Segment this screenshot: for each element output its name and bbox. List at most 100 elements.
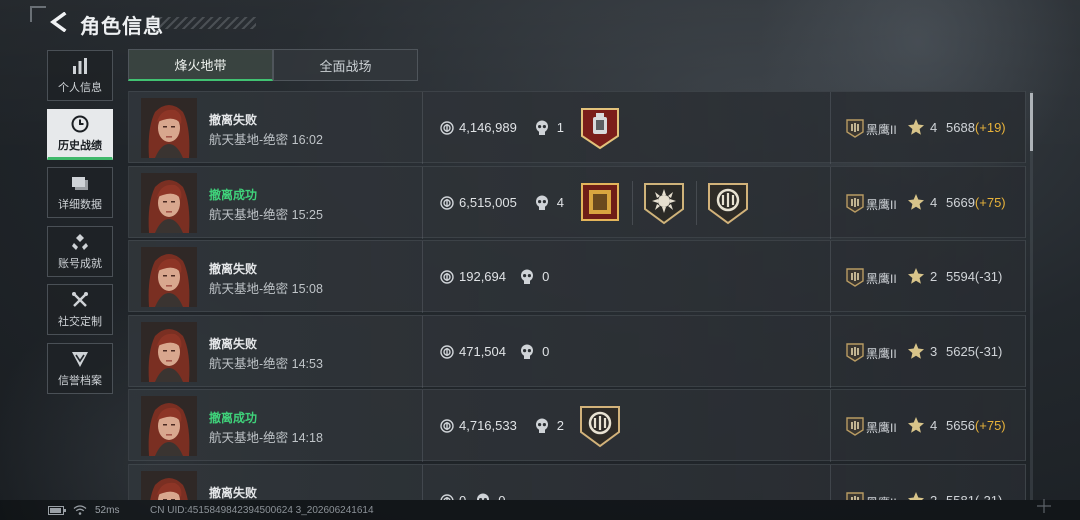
- coin-icon: [440, 121, 454, 140]
- crest-medal-icon[interactable]: [706, 181, 750, 225]
- rank-badge-icon: [846, 491, 864, 500]
- wifi-icon: [73, 505, 87, 515]
- rank-name: 黑鹰II: [866, 272, 897, 286]
- kill-count: 0: [542, 343, 550, 359]
- match-row[interactable]: 撤离失败航天基地-绝密 15:08 192,694 0 黑鹰II 2 5594(-31): [128, 240, 1026, 313]
- rank-score: 5669(+75): [946, 195, 1006, 210]
- star-count: 2: [930, 269, 938, 284]
- row-divider: [830, 241, 831, 313]
- star-count: 2: [930, 492, 938, 501]
- loot-value: 6,515,005: [459, 194, 517, 210]
- star-icon: [907, 118, 925, 141]
- battery-icon: [48, 506, 66, 515]
- score-value: 5594: [946, 269, 975, 284]
- score-value: 5688: [946, 120, 975, 135]
- rank-name: 黑鹰II: [866, 197, 897, 212]
- extraction-status: 撤离失败: [209, 113, 258, 127]
- sidebar-item-4[interactable]: 社交定制: [47, 284, 113, 335]
- score-delta: (-31): [974, 269, 1003, 284]
- map-and-time: 航天基地-绝密 15:08: [209, 278, 323, 297]
- map-name: 航天基地-绝密: [209, 356, 289, 371]
- mode-tabs: 烽火地带 全面战场: [128, 49, 418, 81]
- folder-icon: [71, 173, 89, 193]
- extraction-status: 撤离成功: [209, 187, 258, 202]
- medal-divider: [696, 180, 697, 225]
- tab-0[interactable]: 烽火地带: [128, 49, 273, 81]
- avatar: [141, 172, 197, 233]
- frame-medal-icon[interactable]: [578, 181, 622, 225]
- skull-icon: [520, 269, 534, 290]
- match-row[interactable]: 撤离失败 00黑鹰II25581(-31): [128, 463, 1026, 501]
- clock-icon: [71, 114, 89, 134]
- rank-score: 5581(-31): [946, 493, 1002, 501]
- star-icon: [907, 342, 925, 365]
- sidebar-item-1[interactable]: 历史战绩: [47, 108, 113, 160]
- tools-icon: [71, 290, 89, 310]
- row-divider: [830, 166, 831, 239]
- row-divider: [830, 464, 831, 500]
- star-count: 3: [930, 343, 938, 359]
- row-divider: [422, 166, 423, 239]
- rank-badge-icon: [846, 193, 864, 218]
- extraction-status: 撤离失败: [209, 262, 258, 276]
- map-name: 航天基地-绝密: [209, 431, 289, 445]
- avatar: [141, 396, 197, 456]
- skull-icon: [535, 120, 549, 141]
- match-row[interactable]: 撤离成功 航天基地-绝密 14:18 4,716,533 2 黑鹰II 4 5656(+75…: [128, 389, 1026, 462]
- row-divider: [422, 390, 423, 462]
- scrollbar-thumb[interactable]: [1030, 93, 1033, 151]
- score-value: 5581: [946, 492, 975, 501]
- coin-icon: [440, 419, 454, 438]
- rank-score: 5656(+75): [946, 418, 1006, 433]
- match-row[interactable]: 撤离失败 航天基地-绝密 16:02 4,146,989 1 黑鹰II 4 5688(+19…: [128, 91, 1026, 164]
- ping-value: 52ms: [95, 505, 120, 516]
- tab-1[interactable]: 全面战场: [273, 49, 418, 81]
- star-icon: [907, 491, 925, 500]
- map-name: 航天基地-绝密: [209, 207, 289, 222]
- sidebar-item-0[interactable]: 个人信息: [47, 50, 113, 101]
- skull-icon: [476, 493, 490, 500]
- coin-icon: [440, 270, 454, 289]
- map-and-time: 航天基地-绝密 14:18: [209, 427, 323, 446]
- match-row[interactable]: 撤离失败 航天基地-绝密 14:53 471,504 0 黑鹰II 3 5625(-31): [128, 314, 1026, 388]
- map-and-time: 航天基地-绝密 14:53: [209, 353, 323, 372]
- sidebar-item-label: 信誉档案: [58, 374, 102, 387]
- sidebar-item-label: 账号成就: [58, 257, 102, 270]
- scrollbar[interactable]: [1030, 91, 1033, 500]
- kill-count: 4: [556, 194, 564, 210]
- rank-badge-icon: [846, 342, 864, 367]
- avatar: [141, 321, 197, 382]
- sidebar-item-3[interactable]: 账号成就: [47, 225, 113, 277]
- match-time: 15:25: [291, 207, 323, 222]
- coin-icon: [440, 195, 454, 215]
- avatar: [141, 98, 197, 158]
- sidebar-item-5[interactable]: 信誉档案: [47, 342, 113, 394]
- star-icon: [907, 416, 925, 439]
- rank-badge-icon: [846, 267, 864, 292]
- sun-medal-icon[interactable]: [642, 181, 686, 225]
- rank-badge-icon: [846, 416, 864, 441]
- map-name: 航天基地-绝密: [209, 133, 289, 147]
- map-name: 航天基地-绝密: [209, 282, 289, 296]
- title-stripes-decoration: [160, 17, 256, 29]
- star-icon: [907, 193, 925, 216]
- star-count: 4: [930, 120, 938, 135]
- uid-text: CN UID:4515849842394500624 3_20260624161…: [150, 505, 374, 516]
- lantern-medal-icon[interactable]: [578, 106, 622, 150]
- loot-value: 192,694: [459, 269, 506, 284]
- extraction-status: 撤离失败: [209, 485, 258, 500]
- rank-name: 黑鹰II: [866, 123, 897, 137]
- star-count: 4: [930, 418, 938, 433]
- loot-value: 471,504: [459, 343, 506, 359]
- crest-medal-icon[interactable]: [578, 404, 622, 448]
- kill-count: 0: [542, 269, 550, 284]
- shield-icon: [71, 349, 89, 369]
- star-count: 4: [930, 194, 938, 210]
- back-button[interactable]: [46, 10, 70, 34]
- bar-chart-icon: [71, 56, 89, 76]
- row-divider: [422, 92, 423, 164]
- score-value: 5656: [946, 418, 975, 433]
- page-title: 角色信息: [80, 16, 164, 38]
- sidebar-item-2[interactable]: 详细数据: [47, 167, 113, 218]
- match-row[interactable]: 撤离成功航天基地-绝密 15:25 6,515,005 4 黑鹰II 4 5669(+75…: [128, 165, 1026, 239]
